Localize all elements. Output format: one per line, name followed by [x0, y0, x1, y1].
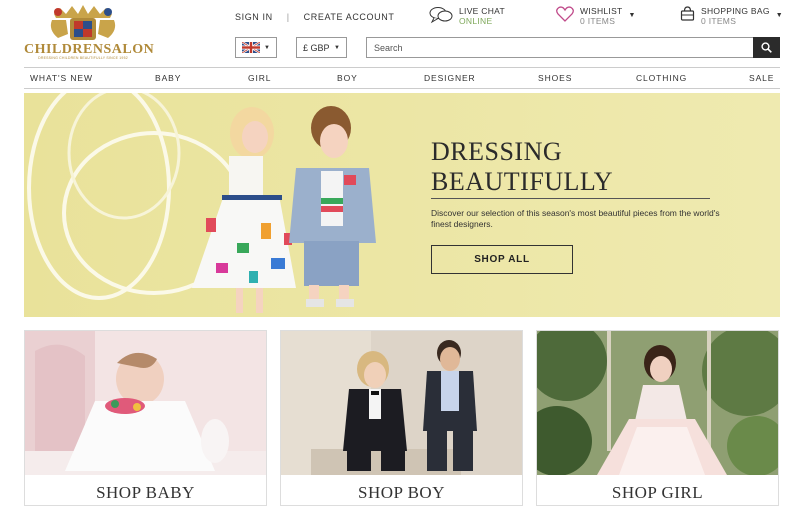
uk-flag-icon — [242, 42, 260, 53]
chat-bubbles-icon — [429, 7, 453, 24]
chevron-down-icon: ▼ — [264, 44, 270, 51]
live-chat-status: ONLINE — [459, 16, 493, 26]
nav-item-girl[interactable]: GIRL — [248, 73, 271, 83]
shop-all-button[interactable]: SHOP ALL — [431, 245, 573, 274]
shop-baby-tile[interactable]: SHOP BABY — [24, 330, 267, 506]
account-links: SIGN IN | CREATE ACCOUNT — [235, 12, 394, 22]
hero-banner[interactable]: DRESSING BEAUTIFULLY Discover our select… — [24, 93, 780, 317]
currency-selector[interactable]: £ GBP ▼ — [296, 37, 347, 58]
baby-photo — [25, 331, 266, 475]
currency-value: £ GBP — [303, 42, 330, 53]
search-input[interactable] — [367, 38, 747, 58]
wishlist-label: WISHLIST — [580, 6, 623, 16]
brand-tagline: DRESSING CHILDREN BEAUTIFULLY SINCE 1952 — [38, 56, 128, 60]
nav-item-designer[interactable]: DESIGNER — [424, 73, 476, 83]
chevron-down-icon: ▼ — [775, 12, 784, 19]
shop-boy-tile[interactable]: SHOP BOY — [280, 330, 523, 506]
shopping-bag-button[interactable]: SHOPPING BAG 0 ITEMS ▼ — [680, 6, 783, 26]
boy-photo — [281, 331, 522, 475]
nav-item-clothing[interactable]: CLOTHING — [636, 73, 687, 83]
country-selector[interactable]: ▼ — [235, 37, 277, 58]
chevron-down-icon: ▼ — [334, 44, 340, 51]
shop-girl-caption: SHOP GIRL — [611, 483, 704, 502]
chevron-down-icon: ▼ — [628, 12, 636, 19]
nav-item-shoes[interactable]: SHOES — [538, 73, 572, 83]
shop-baby-caption: SHOP BABY — [96, 483, 195, 502]
nav-item-sale[interactable]: SALE — [749, 73, 774, 83]
hero-children-photo — [24, 93, 780, 317]
heart-icon — [556, 6, 574, 22]
search-icon — [761, 42, 772, 53]
search-button[interactable] — [753, 37, 780, 58]
nav-item-boy[interactable]: BOY — [337, 73, 358, 83]
hero-description: Discover our selection of this season's … — [431, 208, 720, 229]
hero-divider — [431, 198, 710, 199]
search-bar — [366, 37, 780, 58]
nav-item-whats-new[interactable]: WHAT'S NEW — [30, 73, 93, 83]
sign-in-link[interactable]: SIGN IN — [235, 12, 273, 22]
shopping-bag-label: SHOPPING BAG — [701, 6, 770, 16]
create-account-link[interactable]: CREATE ACCOUNT — [304, 12, 395, 22]
shop-girl-tile[interactable]: SHOP GIRL — [536, 330, 779, 506]
live-chat-button[interactable]: LIVE CHAT ONLINE — [429, 6, 505, 26]
wishlist-count: 0 ITEMS — [580, 16, 616, 26]
hero-title-line-1: DRESSING — [431, 137, 563, 166]
shopping-bag-icon — [680, 6, 695, 21]
shopping-bag-count: 0 ITEMS — [701, 16, 737, 26]
hero-title-line-2: BEAUTIFULLY — [431, 167, 613, 196]
wishlist-button[interactable]: WISHLIST 0 ITEMS ▼ — [556, 6, 636, 26]
link-separator: | — [286, 12, 290, 22]
main-nav: WHAT'S NEW BABY GIRL BOY DESIGNER SHOES … — [24, 67, 780, 89]
hero-title: DRESSING BEAUTIFULLY — [431, 137, 613, 197]
brand-logo[interactable]: CHILDRENSALON DRESSING CHILDREN BEAUTIFU… — [24, 4, 154, 60]
shop-boy-caption: SHOP BOY — [358, 483, 445, 502]
girl-photo — [537, 331, 778, 475]
nav-item-baby[interactable]: BABY — [155, 73, 181, 83]
royal-crest-icon — [50, 5, 116, 40]
live-chat-label: LIVE CHAT — [459, 6, 505, 16]
